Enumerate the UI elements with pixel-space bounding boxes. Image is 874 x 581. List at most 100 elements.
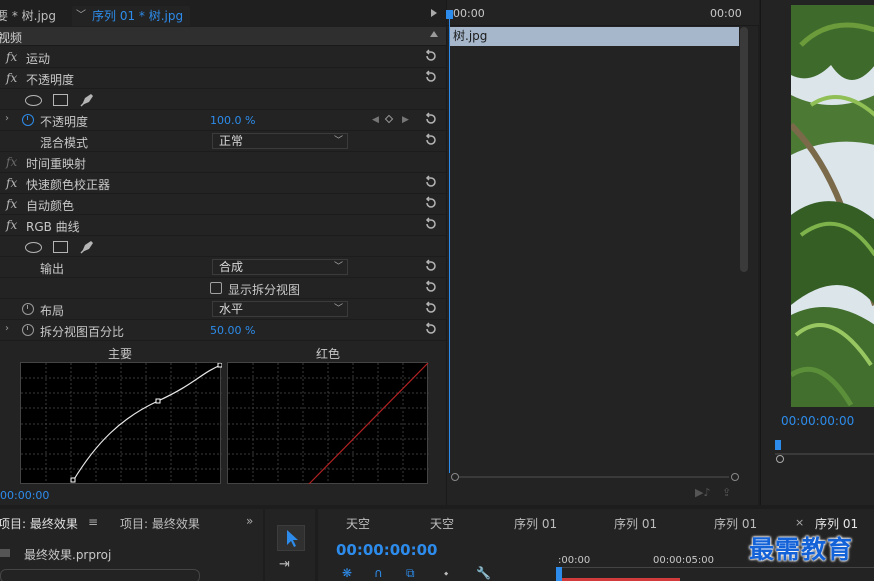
monitor-playhead[interactable] [775, 440, 781, 450]
next-keyframe-icon[interactable]: ▶ [402, 115, 409, 125]
master-curve-graph[interactable] [20, 362, 223, 485]
rectangle-mask-icon[interactable] [53, 94, 68, 106]
reset-icon[interactable] [424, 133, 438, 147]
mini-timeline-ruler[interactable]: 00:00 00:00 [447, 0, 759, 26]
fx-icon[interactable]: fx [6, 50, 17, 64]
split-view-checkbox[interactable] [210, 282, 222, 294]
hamburger-menu-icon[interactable]: ≡ [88, 515, 98, 529]
vertical-scrollbar[interactable] [740, 27, 748, 272]
more-tabs-icon[interactable]: » [246, 514, 253, 528]
reset-icon[interactable] [424, 112, 438, 126]
zoom-handle-left[interactable] [451, 473, 459, 481]
curve-label-master: 主要 [108, 347, 133, 361]
tab-sequence-sky-2[interactable]: 天空 [430, 515, 454, 532]
fx-icon[interactable]: fx [6, 176, 17, 190]
stopwatch-icon[interactable] [22, 114, 34, 126]
scroll-up-icon[interactable] [430, 31, 438, 37]
tools-panel: ⇥ [265, 509, 315, 581]
layout-dropdown[interactable]: 水平 ﹀ [212, 301, 348, 317]
reset-icon[interactable] [424, 322, 438, 336]
expand-chevron-icon[interactable]: › [5, 113, 9, 124]
fx-icon[interactable]: fx [6, 71, 17, 85]
blend-mode-dropdown[interactable]: 正常 ﹀ [212, 133, 348, 149]
chevron-down-icon[interactable]: ﹀ [76, 6, 86, 26]
reset-icon[interactable] [424, 301, 438, 315]
stopwatch-icon[interactable] [22, 324, 34, 336]
fx-icon[interactable]: fx [6, 155, 17, 169]
project-file-name[interactable]: 最终效果.prproj [24, 546, 111, 563]
playhead-handle[interactable] [446, 10, 453, 19]
reset-icon[interactable] [424, 70, 438, 84]
tab-project-1[interactable]: 项目: 最终效果 [0, 515, 78, 532]
reset-icon[interactable] [424, 280, 438, 294]
effect-controls-timecode[interactable]: 00:00:00 [0, 489, 49, 502]
ellipse-mask-icon[interactable] [25, 95, 42, 106]
snap-settings-icon[interactable]: ❋ [342, 566, 352, 580]
effect-row-fast-color-corrector[interactable]: fx 快速颜色校正器 [0, 173, 446, 194]
magnet-snap-icon[interactable]: ∩ [374, 566, 383, 580]
play-triangle-icon[interactable] [431, 9, 437, 17]
playhead[interactable] [446, 10, 453, 473]
effect-row-motion[interactable]: fx 运动 [0, 47, 446, 68]
split-view-label: 显示拆分视图 [228, 283, 301, 297]
effect-row-rgb-curves[interactable]: fx RGB 曲线 [0, 215, 446, 236]
property-row-opacity[interactable]: › 不透明度 100.0 % ◀ ▶ [0, 110, 446, 131]
project-search-input[interactable] [0, 569, 200, 581]
play-audio-icon[interactable]: ▶♪ [695, 486, 710, 499]
prev-keyframe-icon[interactable]: ◀ [372, 115, 379, 125]
tab-sequence-clip[interactable]: ﹀ 序列 01 * 树.jpg [72, 6, 190, 26]
monitor-scrub-track[interactable] [775, 453, 874, 455]
monitor-preview-image[interactable] [791, 5, 874, 407]
split-percent-value[interactable]: 50.00 % [210, 324, 255, 337]
expand-chevron-icon[interactable]: › [5, 323, 9, 334]
tab-sequence-01-1[interactable]: 序列 01 [514, 515, 557, 532]
linked-selection-icon[interactable]: ⧉ [406, 566, 415, 581]
opacity-value[interactable]: 100.0 % [210, 114, 255, 127]
pen-mask-icon[interactable] [79, 92, 95, 108]
effect-row-auto-color[interactable]: fx 自动颜色 [0, 194, 446, 215]
add-marker-icon[interactable]: ⬩ [444, 566, 448, 581]
selection-tool-button[interactable] [277, 525, 305, 551]
curve-point[interactable] [70, 477, 76, 483]
master-curve-svg[interactable] [21, 362, 223, 485]
rectangle-mask-icon[interactable] [53, 241, 68, 253]
output-dropdown[interactable]: 合成 ﹀ [212, 259, 348, 275]
stopwatch-icon[interactable] [22, 303, 34, 315]
tab-sequence-sky-1[interactable]: 天空 [346, 515, 370, 532]
tab-project-2[interactable]: 项目: 最终效果 [120, 515, 200, 532]
clip-bar[interactable]: 树.jpg [449, 27, 739, 46]
close-tab-icon[interactable]: × [795, 516, 804, 529]
add-keyframe-icon[interactable] [384, 114, 394, 124]
zoom-handle-right[interactable] [731, 473, 739, 481]
effect-label-motion: 运动 [26, 52, 51, 66]
chevron-down-icon: ﹀ [333, 262, 343, 272]
fx-icon[interactable]: fx [6, 197, 17, 211]
curve-point[interactable] [217, 362, 223, 368]
tab-sequence-01-2[interactable]: 序列 01 [614, 515, 657, 532]
reset-icon[interactable] [424, 196, 438, 210]
monitor-zoom-handle[interactable] [776, 455, 784, 463]
reset-icon[interactable] [424, 175, 438, 189]
curve-point[interactable] [155, 398, 161, 404]
reset-icon[interactable] [424, 49, 438, 63]
tab-master-clip[interactable]: 要 * 树.jpg [0, 6, 56, 26]
blend-mode-value: 正常 [219, 134, 244, 148]
effect-row-opacity[interactable]: fx 不透明度 [0, 68, 446, 89]
export-icon[interactable]: ⇪ [722, 486, 731, 499]
reset-icon[interactable] [424, 259, 438, 273]
horizontal-zoom-scrollbar[interactable] [451, 473, 739, 481]
track-select-tool-icon[interactable]: ⇥ [279, 557, 290, 572]
wrench-icon[interactable]: 🔧 [476, 566, 491, 580]
red-curve-svg[interactable] [228, 362, 429, 486]
timeline-ruler[interactable] [556, 567, 874, 568]
monitor-timecode[interactable]: 00:00:00:00 [781, 414, 854, 428]
red-curve-graph[interactable] [227, 362, 429, 486]
zoom-track[interactable] [459, 476, 729, 478]
fx-icon[interactable]: fx [6, 218, 17, 232]
monitor-scrubber[interactable] [775, 440, 874, 463]
reset-icon[interactable] [424, 217, 438, 231]
effect-row-time-remap[interactable]: fx 时间重映射 [0, 152, 446, 173]
pen-mask-icon[interactable] [79, 239, 95, 255]
ellipse-mask-icon[interactable] [25, 242, 42, 253]
timeline-timecode[interactable]: 00:00:00:00 [336, 541, 438, 559]
